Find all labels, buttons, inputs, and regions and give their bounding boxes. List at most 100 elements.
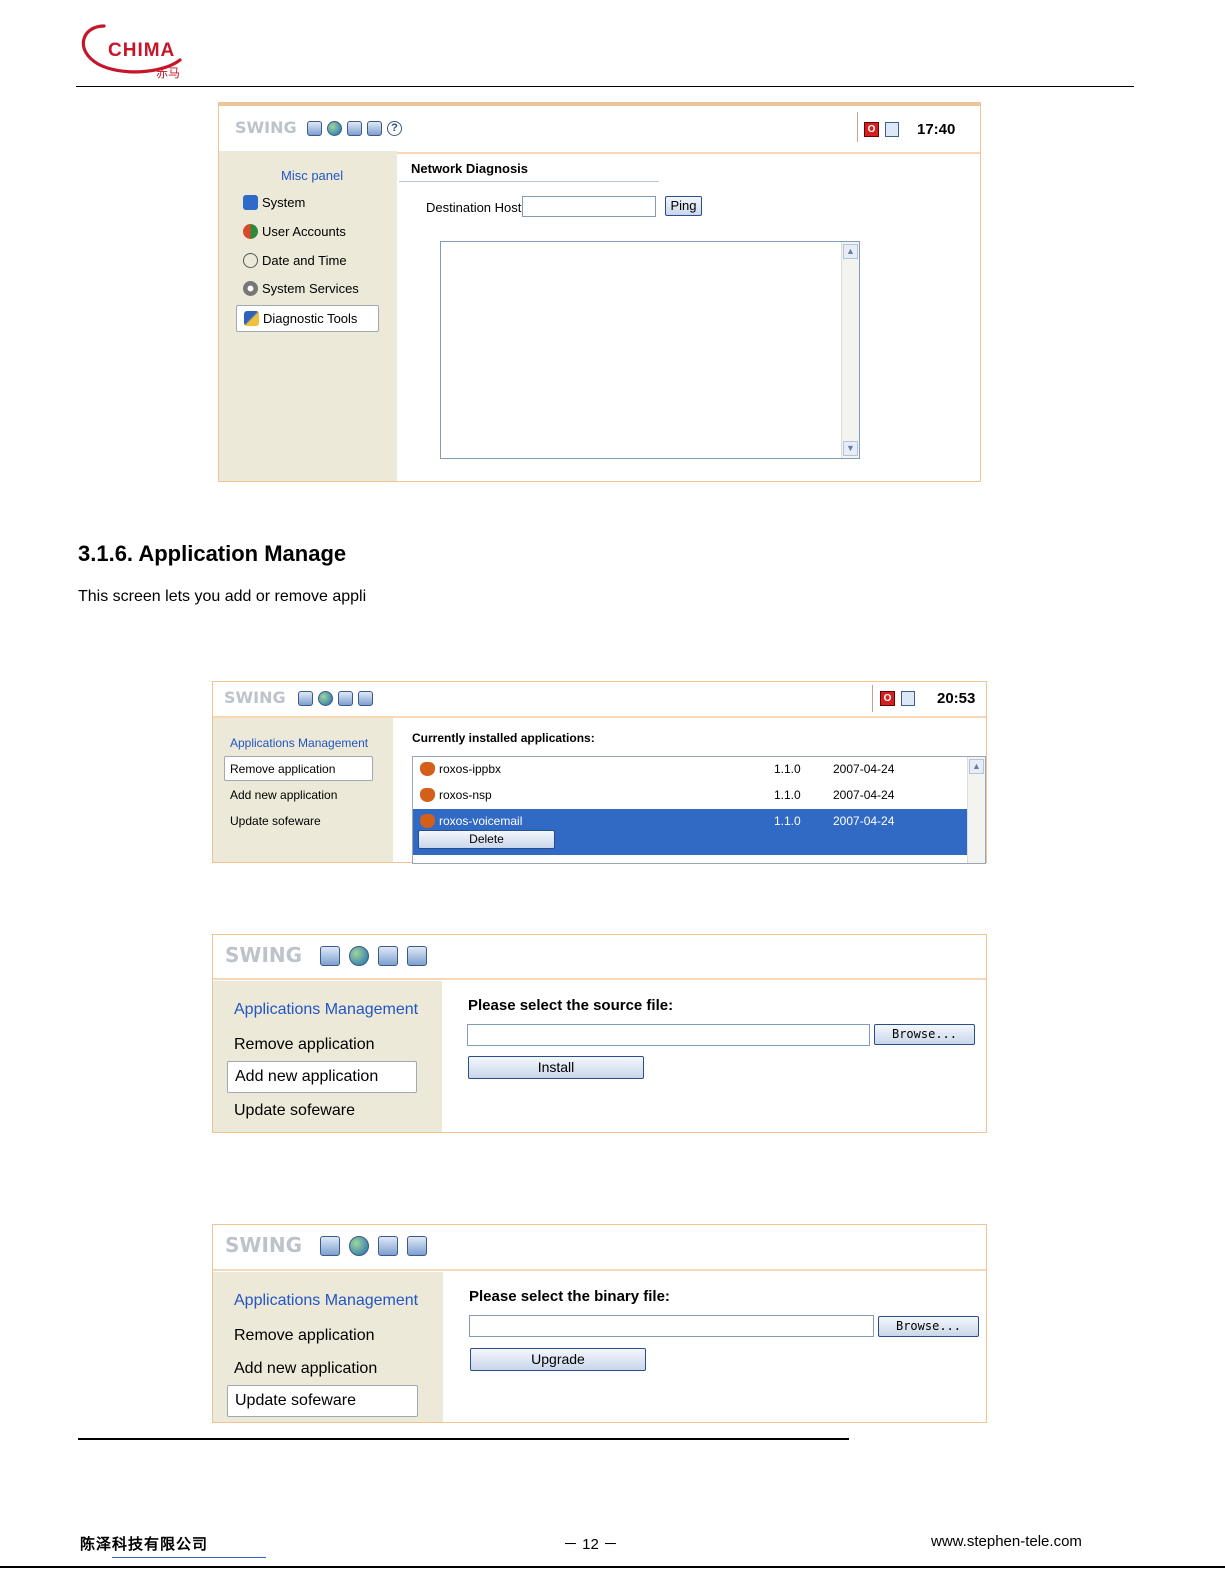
footer-underline — [112, 1557, 266, 1558]
footer-company: 陈泽科技有限公司 — [80, 1535, 209, 1553]
sidebar-item-update-software[interactable]: Update sofeware — [234, 1102, 355, 1120]
installed-apps-list[interactable]: roxos-ippbx 1.1.0 2007-04-24 roxos-nsp 1… — [412, 756, 986, 864]
sidebar: Applications Management Remove applicati… — [213, 1272, 443, 1422]
app-name: roxos-voicemail — [439, 814, 523, 828]
brand-logo: SWING — [224, 688, 286, 707]
sidebar-item-update-software[interactable]: Update sofeware — [227, 1385, 418, 1417]
sidebar-item-remove-application[interactable]: Remove application — [234, 1327, 375, 1345]
power-icon[interactable]: O — [864, 122, 879, 137]
output-textarea[interactable]: ▲ ▼ — [440, 241, 860, 459]
sidebar-title: Applications Management — [230, 736, 369, 750]
calendar-icon[interactable] — [358, 691, 373, 706]
toolbar: SWING O 20:53 — [213, 682, 986, 718]
toolbar-icons — [320, 946, 427, 966]
clock-icon — [243, 253, 258, 268]
screenshot-installed-applications: SWING O 20:53 Applications Management Re… — [212, 681, 987, 864]
sidebar-item-label: Diagnostic Tools — [263, 311, 358, 326]
sidebar-item-label: Update sofeware — [235, 1392, 356, 1409]
content-title: Currently installed applications: — [412, 731, 595, 745]
network-icon[interactable] — [349, 1236, 369, 1256]
sidebar-item-remove-application[interactable]: Remove application — [224, 756, 373, 781]
sidebar-item-label: User Accounts — [262, 224, 346, 239]
sidebar-item-user-accounts[interactable]: User Accounts — [243, 224, 346, 239]
help-icon[interactable]: ? — [387, 121, 402, 136]
sidebar-item-update-software[interactable]: Update sofeware — [230, 814, 321, 828]
section-body: This screen lets you add or remove appli — [78, 588, 367, 605]
list-scrollbar[interactable]: ▲ — [967, 757, 985, 863]
header-rule — [76, 86, 1134, 87]
sidebar-item-diagnostic-tools[interactable]: Diagnostic Tools — [236, 305, 379, 332]
sidebar-item-label: Update sofeware — [230, 814, 321, 828]
toolbar: SWING — [213, 935, 986, 980]
sidebar-item-system[interactable]: System — [243, 195, 305, 210]
sidebar-item-add-application[interactable]: Add new application — [227, 1061, 417, 1093]
install-button[interactable]: Install — [468, 1056, 644, 1079]
sidebar-item-system-services[interactable]: System Services — [243, 281, 359, 296]
list-item[interactable]: roxos-ippbx 1.1.0 2007-04-24 — [413, 757, 967, 783]
browse-button[interactable]: Browse... — [874, 1024, 975, 1045]
sidebar-item-add-application[interactable]: Add new application — [234, 1360, 377, 1378]
binary-file-input[interactable] — [469, 1315, 874, 1337]
page-bottom-rule — [0, 1566, 1225, 1568]
sidebar-item-remove-application[interactable]: Remove application — [234, 1036, 375, 1054]
app-date: 2007-04-24 — [833, 762, 895, 776]
app-icon — [420, 788, 435, 802]
network-icon[interactable] — [318, 691, 333, 706]
lock-icon[interactable] — [901, 691, 915, 706]
app-version: 1.1.0 — [774, 814, 801, 828]
network-icon[interactable] — [349, 946, 369, 966]
scroll-up-icon[interactable]: ▲ — [843, 244, 858, 259]
list-item-selected[interactable]: roxos-voicemail 1.1.0 2007-04-24 Delete — [413, 809, 967, 855]
sidebar-title: Applications Management — [234, 1292, 419, 1309]
scroll-down-icon[interactable]: ▼ — [843, 441, 858, 456]
output-scrollbar[interactable]: ▲ ▼ — [841, 242, 859, 458]
settings-icon[interactable] — [307, 121, 322, 136]
document-icon — [243, 195, 258, 210]
brand-logo: SWING — [235, 118, 297, 137]
upgrade-button[interactable]: Upgrade — [470, 1348, 646, 1371]
screenshot-add-application: SWING Applications Management Remove app… — [212, 934, 987, 1133]
settings-icon[interactable] — [320, 946, 340, 966]
app-icon — [420, 814, 435, 828]
edit-icon[interactable] — [347, 121, 362, 136]
sidebar: Misc panel System User Accounts Date and… — [219, 151, 397, 481]
settings-icon[interactable] — [320, 1236, 340, 1256]
settings-icon[interactable] — [298, 691, 313, 706]
app-date: 2007-04-24 — [833, 788, 895, 802]
source-file-input[interactable] — [467, 1024, 870, 1046]
lock-icon[interactable] — [885, 122, 899, 137]
sidebar-title: Misc panel — [281, 168, 344, 183]
list-item[interactable]: roxos-nsp 1.1.0 2007-04-24 — [413, 783, 967, 809]
delete-button[interactable]: Delete — [418, 830, 555, 849]
logo-subtext: 赤马 — [156, 66, 181, 80]
browse-button[interactable]: Browse... — [878, 1316, 979, 1337]
sidebar-title: Applications Management — [234, 1001, 419, 1018]
app-version: 1.1.0 — [774, 788, 801, 802]
sidebar-item-label: Remove application — [234, 1036, 375, 1053]
clock: 20:53 — [937, 690, 976, 707]
brand-logo: SWING — [225, 1233, 303, 1257]
app-date: 2007-04-24 — [833, 814, 895, 828]
app-name: roxos-ippbx — [439, 762, 502, 776]
edit-icon[interactable] — [338, 691, 353, 706]
power-icon[interactable]: O — [880, 691, 895, 706]
calendar-icon[interactable] — [367, 121, 382, 136]
calendar-icon[interactable] — [407, 1236, 427, 1256]
footer-website: www.stephen-tele.com — [931, 1533, 1082, 1550]
destination-host-input[interactable] — [522, 196, 656, 217]
ping-button[interactable]: Ping — [665, 196, 702, 216]
sidebar-item-label: Update sofeware — [234, 1102, 355, 1119]
sidebar-item-label: Remove application — [234, 1327, 375, 1344]
edit-icon[interactable] — [378, 1236, 398, 1256]
screenshot-update-software: SWING Applications Management Remove app… — [212, 1224, 987, 1423]
sidebar-item-date-time[interactable]: Date and Time — [243, 253, 347, 268]
screenshot-network-diagnosis: SWING ? O 17:40 Misc panel System User A… — [218, 102, 981, 482]
toolbar-icons: ? — [307, 121, 402, 136]
edit-icon[interactable] — [378, 946, 398, 966]
users-icon — [243, 224, 258, 239]
network-icon[interactable] — [327, 121, 342, 136]
scroll-up-icon[interactable]: ▲ — [969, 759, 984, 774]
calendar-icon[interactable] — [407, 946, 427, 966]
sidebar-item-add-application[interactable]: Add new application — [230, 788, 337, 802]
tools-icon — [244, 311, 259, 326]
